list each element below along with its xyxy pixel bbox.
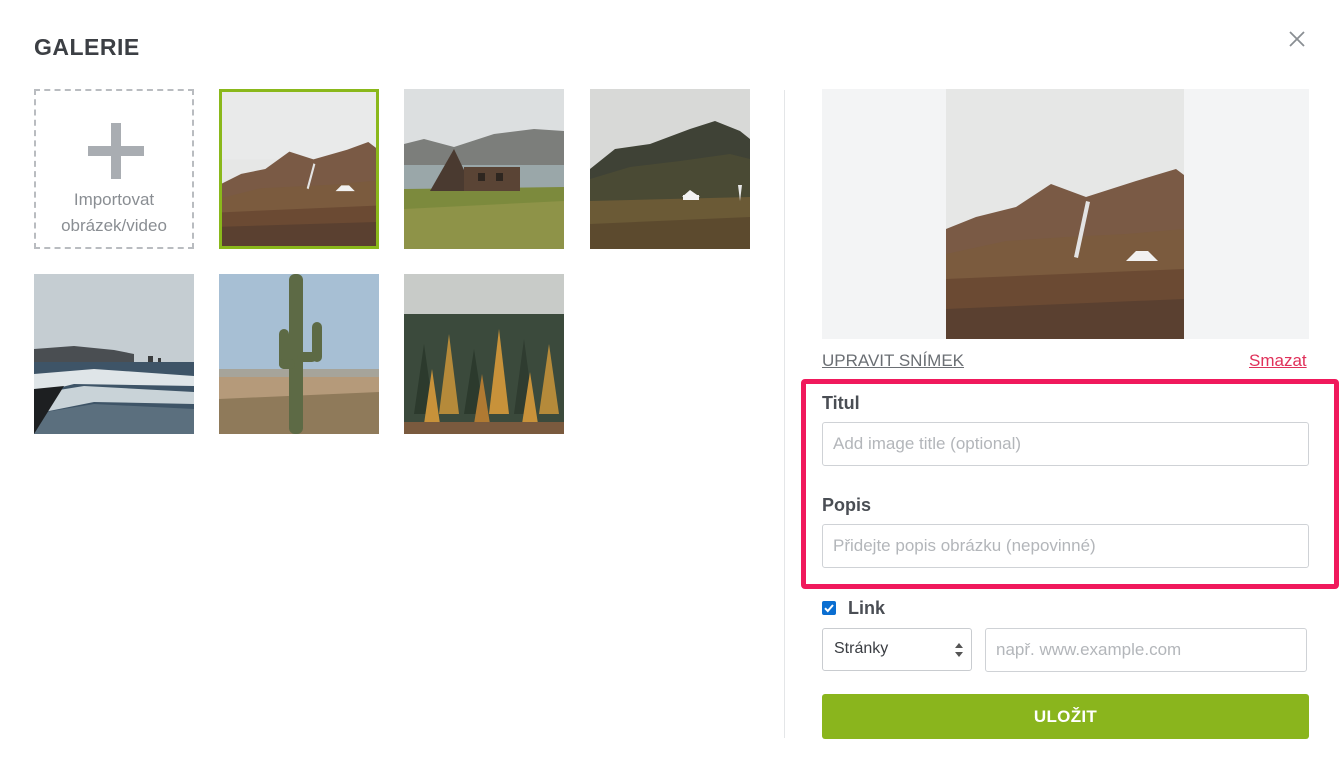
- url-input[interactable]: [985, 628, 1307, 672]
- save-button[interactable]: ULOŽIT: [822, 694, 1309, 739]
- panel-divider: [784, 90, 785, 738]
- link-label: Link: [848, 598, 886, 618]
- close-icon: [1289, 31, 1305, 47]
- import-label: Importovat obrázek/video: [36, 187, 192, 239]
- preview-image: [946, 89, 1184, 339]
- preview-mountain-valley: [946, 89, 1184, 339]
- gallery-image-cactus[interactable]: [219, 274, 379, 434]
- ocean-beach-thumbnail: [34, 274, 194, 434]
- select-arrows-icon: [955, 643, 963, 657]
- gallery-image-ocean-beach[interactable]: [34, 274, 194, 434]
- dialog-title: GALERIE: [34, 34, 140, 60]
- a-frame-cabin-thumbnail: [404, 89, 564, 249]
- description-label: Popis: [822, 495, 872, 515]
- autumn-forest-thumbnail: [404, 274, 564, 434]
- import-media-button[interactable]: Importovat obrázek/video: [34, 89, 194, 249]
- misty-mountain-thumbnail: [590, 89, 750, 249]
- gallery-image-autumn-forest[interactable]: [404, 274, 564, 434]
- gallery-image-a-frame-cabin[interactable]: [404, 89, 564, 249]
- plus-icon: [88, 123, 144, 179]
- title-input[interactable]: [822, 422, 1309, 466]
- cactus-thumbnail: [219, 274, 379, 434]
- gallery-image-mountain-valley[interactable]: [219, 89, 379, 249]
- image-preview: [822, 89, 1309, 339]
- title-label: Titul: [822, 393, 860, 413]
- link-checkbox[interactable]: [822, 601, 836, 615]
- checkmark-icon: [824, 604, 834, 613]
- delete-image-link[interactable]: Smazat: [1249, 351, 1307, 371]
- gallery-image-misty-mountain[interactable]: [590, 89, 750, 249]
- link-type-value: Stránky: [834, 640, 889, 657]
- import-label-line2: obrázek/video: [61, 216, 167, 235]
- description-input[interactable]: [822, 524, 1309, 568]
- link-type-select[interactable]: Stránky: [822, 628, 972, 671]
- import-label-line1: Importovat: [73, 190, 155, 209]
- close-button[interactable]: [1284, 26, 1310, 52]
- edit-image-link[interactable]: UPRAVIT SNÍMEK: [822, 351, 964, 371]
- mountain-valley-thumbnail: [222, 92, 376, 246]
